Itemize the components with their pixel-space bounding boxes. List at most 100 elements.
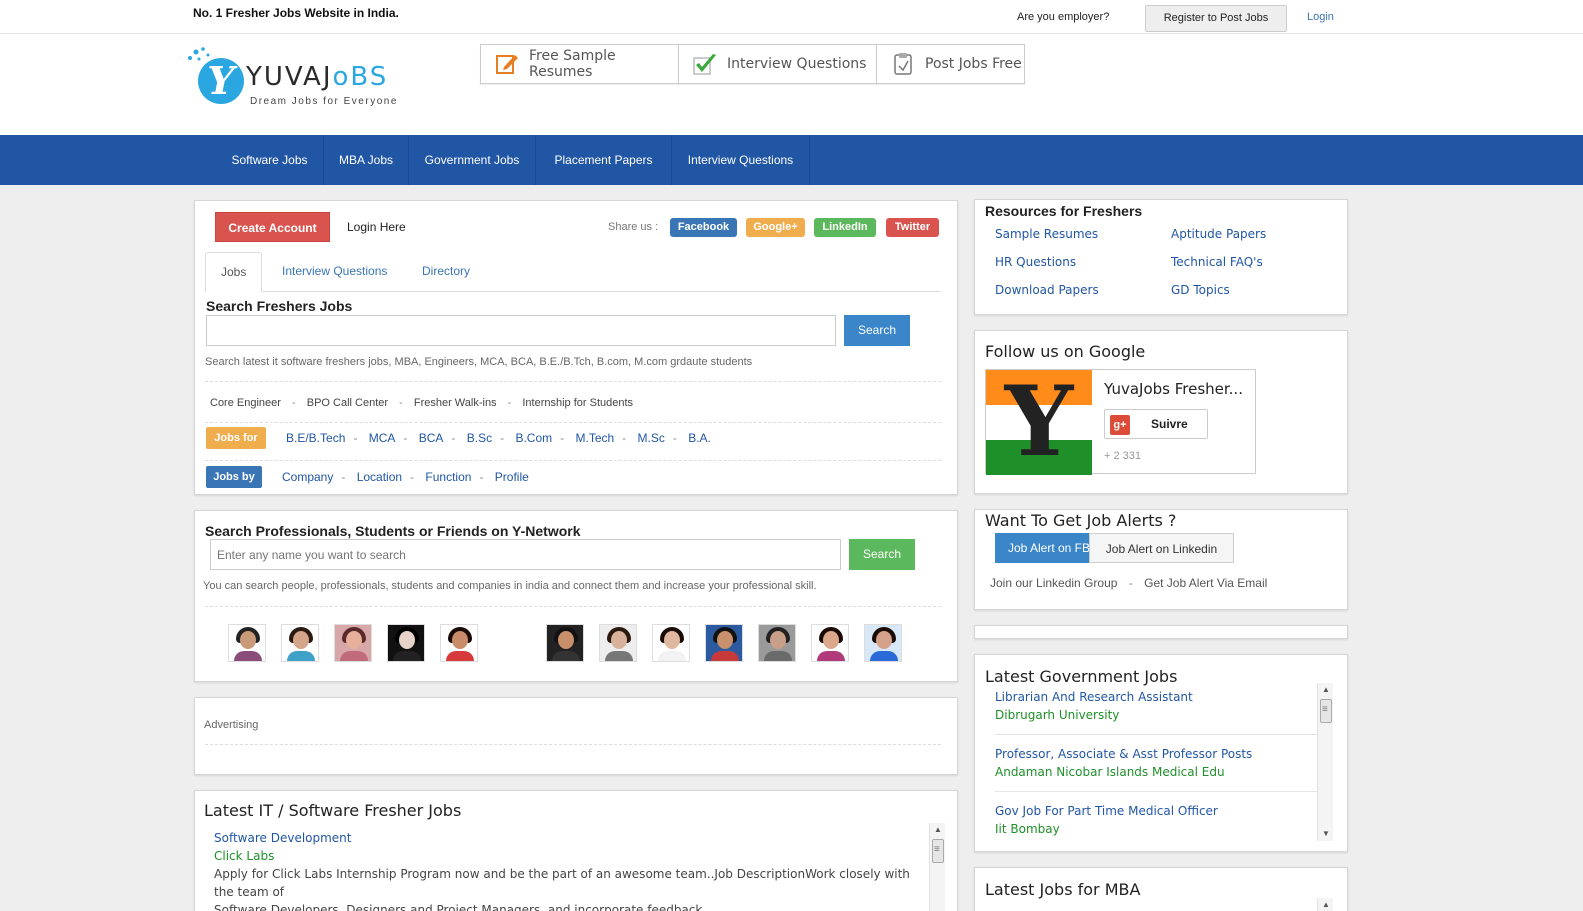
resource-gd-topics[interactable]: GD Topics — [1171, 283, 1230, 297]
login-here-link[interactable]: Login Here — [347, 220, 406, 234]
resource-technical-faqs[interactable]: Technical FAQ's — [1171, 255, 1263, 269]
divider — [205, 460, 941, 461]
jobs-by-link[interactable]: Location — [357, 470, 402, 484]
category-links: Core Engineer - BPO Call Center - Freshe… — [210, 397, 634, 409]
jobs-for-link[interactable]: B.Sc — [467, 431, 492, 445]
google-page-name[interactable]: YuvaJobs Fresher... — [1104, 380, 1243, 398]
avatar[interactable] — [334, 624, 372, 662]
job-alert-linkedin-button[interactable]: Job Alert on Linkedin — [1089, 533, 1234, 563]
network-search-input[interactable] — [210, 539, 841, 570]
avatar[interactable] — [228, 624, 266, 662]
avatar[interactable] — [493, 624, 531, 662]
logo-tagline: Dream Jobs for Everyone — [250, 96, 398, 107]
category-fresher-walkins[interactable]: Fresher Walk-ins — [414, 397, 497, 409]
create-account-button[interactable]: Create Account — [215, 212, 330, 242]
network-search-button[interactable]: Search — [849, 539, 915, 570]
jobs-for-link[interactable]: M.Tech — [575, 431, 614, 445]
avatar[interactable] — [599, 624, 637, 662]
gov-job-title[interactable]: Librarian And Research Assistant — [995, 688, 1317, 706]
it-job-title[interactable]: Software Development — [214, 829, 924, 847]
gov-job-org[interactable]: Andaman Nicobar Islands Medical Edu — [995, 763, 1317, 781]
join-linkedin-group-link[interactable]: Join our Linkedin Group — [990, 576, 1117, 590]
google-page-card[interactable]: Y YuvaJobs Fresher... g+ Suivre + 2 331 — [985, 366, 1256, 478]
flag-letter: Y — [1004, 365, 1074, 478]
gov-job-org[interactable]: Dibrugarh University — [995, 706, 1317, 724]
jobs-for-link[interactable]: B.A. — [688, 431, 711, 445]
scroll-thumb[interactable] — [932, 839, 944, 863]
share-linkedin-button[interactable]: LinkedIn — [814, 218, 876, 237]
avatar[interactable] — [758, 624, 796, 662]
google-follow-title: Follow us on Google — [985, 342, 1146, 361]
employer-question: Are you employer? — [1017, 11, 1110, 23]
it-jobs-panel: Latest IT / Software Fresher Jobs Softwa… — [194, 790, 958, 911]
tab-jobs[interactable]: Jobs — [205, 252, 263, 292]
free-sample-resumes-link[interactable]: Free Sample Resumes — [480, 44, 679, 84]
avatar[interactable] — [546, 624, 584, 662]
job-search-button[interactable]: Search — [844, 315, 910, 346]
resources-panel: Resources for Freshers Sample Resumes Ap… — [974, 199, 1348, 315]
empty-widget — [974, 625, 1348, 639]
jobs-for-link[interactable]: B.Com — [515, 431, 552, 445]
nav-interview-questions[interactable]: Interview Questions — [672, 135, 810, 185]
category-core-engineer[interactable]: Core Engineer — [210, 397, 281, 409]
category-internship[interactable]: Internship for Students — [522, 397, 633, 409]
share-twitter-button[interactable]: Twitter — [886, 218, 939, 237]
avatar[interactable] — [864, 624, 902, 662]
gov-jobs-title: Latest Government Jobs — [985, 667, 1178, 686]
it-jobs-title: Latest IT / Software Fresher Jobs — [204, 801, 462, 820]
gov-job-title[interactable]: Professor, Associate & Asst Professor Po… — [995, 745, 1317, 763]
email-alert-link[interactable]: Get Job Alert Via Email — [1144, 576, 1267, 590]
resource-hr-questions[interactable]: HR Questions — [995, 255, 1076, 269]
share-googleplus-button[interactable]: Google+ — [746, 218, 805, 237]
resource-download-papers[interactable]: Download Papers — [995, 283, 1099, 297]
avatar[interactable] — [387, 624, 425, 662]
tab-interview-questions[interactable]: Interview Questions — [267, 252, 402, 292]
jobs-for-links: B.E/B.Tech - MCA - BCA - B.Sc - B.Com - M.Tec… — [286, 431, 711, 445]
site-logo[interactable]: Y YUVAJoBS Dream Jobs for Everyone — [186, 46, 416, 107]
gov-job-title[interactable]: Gov Job For Part Time Medical Officer — [995, 802, 1317, 820]
tab-directory[interactable]: Directory — [407, 252, 485, 292]
interview-questions-quick-link[interactable]: Interview Questions — [678, 44, 877, 84]
nav-placement-papers[interactable]: Placement Papers — [536, 135, 672, 185]
jobs-for-link[interactable]: BCA — [419, 431, 444, 445]
avatar[interactable] — [652, 624, 690, 662]
nav-mba-jobs[interactable]: MBA Jobs — [324, 135, 409, 185]
login-link[interactable]: Login — [1307, 11, 1334, 23]
job-alert-fb-button[interactable]: Job Alert on FB — [995, 533, 1103, 563]
post-jobs-free-link[interactable]: Post Jobs Free — [876, 44, 1025, 84]
jobs-for-link[interactable]: MCA — [369, 431, 396, 445]
mba-jobs-title: Latest Jobs for MBA — [985, 880, 1141, 899]
scroll-down-icon[interactable]: ▼ — [1318, 827, 1334, 841]
jobs-by-link[interactable]: Profile — [495, 470, 529, 484]
resource-sample-resumes[interactable]: Sample Resumes — [995, 227, 1098, 241]
jobs-for-link[interactable]: B.E/B.Tech — [286, 431, 345, 445]
job-search-input[interactable] — [206, 315, 836, 346]
advertising-label: Advertising — [204, 719, 259, 731]
avatar[interactable] — [705, 624, 743, 662]
mba-jobs-scrollbar[interactable]: ▲ — [1317, 898, 1333, 911]
avatar[interactable] — [440, 624, 478, 662]
google-follow-button[interactable]: g+ Suivre — [1104, 409, 1208, 439]
jobs-by-link[interactable]: Company — [282, 470, 333, 484]
avatar[interactable] — [281, 624, 319, 662]
avatar[interactable] — [811, 624, 849, 662]
it-job-company[interactable]: Click Labs — [214, 847, 924, 865]
resource-aptitude-papers[interactable]: Aptitude Papers — [1171, 227, 1266, 241]
jobs-by-link[interactable]: Function — [425, 470, 471, 484]
it-jobs-scrollbar[interactable]: ▲ — [929, 823, 945, 911]
jobs-for-link[interactable]: M.Sc — [638, 431, 665, 445]
nav-government-jobs[interactable]: Government Jobs — [409, 135, 536, 185]
jobs-by-badge: Jobs by — [206, 466, 262, 488]
scroll-thumb[interactable] — [1320, 699, 1332, 723]
scroll-up-icon[interactable]: ▲ — [1318, 683, 1334, 697]
scroll-up-icon[interactable]: ▲ — [1318, 898, 1334, 911]
scroll-up-icon[interactable]: ▲ — [930, 823, 946, 837]
nav-software-jobs[interactable]: Software Jobs — [216, 135, 324, 185]
checkmark-icon — [693, 52, 717, 76]
category-bpo-call-center[interactable]: BPO Call Center — [307, 397, 388, 409]
gov-job-org[interactable]: Iit Bombay — [995, 820, 1317, 838]
network-help-text: You can search people, professionals, st… — [203, 580, 817, 592]
register-post-jobs-button[interactable]: Register to Post Jobs — [1145, 5, 1287, 32]
share-facebook-button[interactable]: Facebook — [670, 218, 737, 237]
gov-jobs-scrollbar[interactable]: ▲ ▼ — [1317, 683, 1333, 841]
